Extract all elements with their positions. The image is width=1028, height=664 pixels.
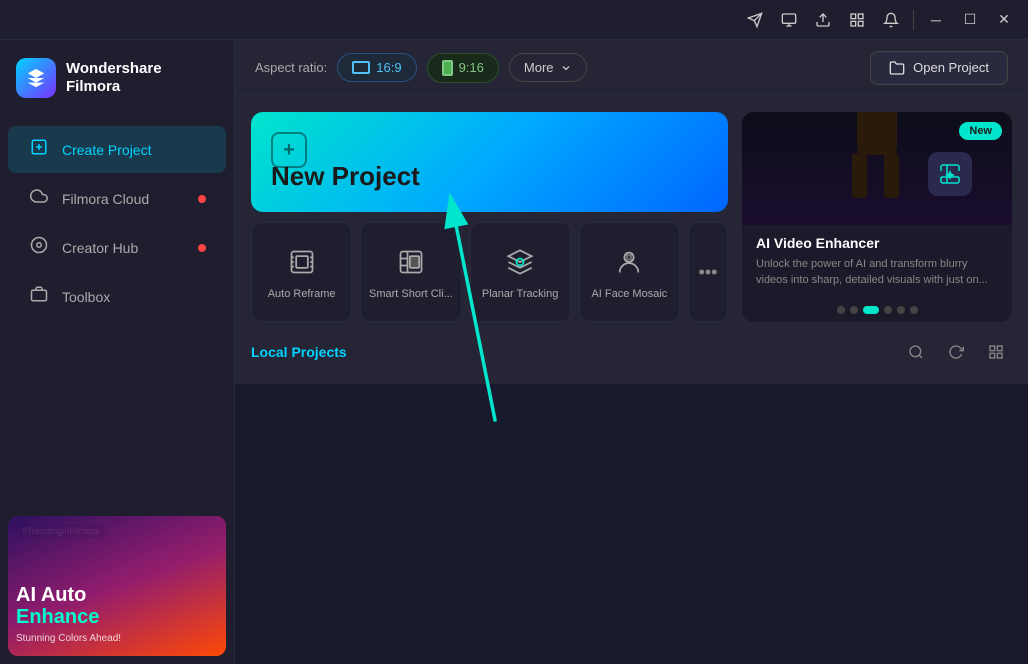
ai-enhancer-icon [928,152,972,196]
create-project-icon [28,138,50,161]
topbar: Aspect ratio: 16:9 9:16 More [235,40,1028,96]
sidebar-item-creator-hub[interactable]: Creator Hub [8,224,226,271]
ratio-9-16-button[interactable]: 9:16 [427,53,499,83]
right-panel-image: New [742,112,1012,225]
right-panel-title: AI Video Enhancer [756,235,998,251]
bell-icon[interactable] [875,4,907,36]
carousel-dots [742,298,1012,322]
feature-label: Smart Short Cli... [369,288,453,300]
dot-4[interactable] [884,306,892,314]
banner-title: AI AutoEnhance [16,584,218,628]
maximize-button[interactable]: ☐ [954,4,986,36]
feature-planar-tracking[interactable]: Planar Tracking [470,222,571,322]
close-button[interactable]: ✕ [988,4,1020,36]
sidebar-item-label: Creator Hub [62,240,138,256]
aspect-ratio-label: Aspect ratio: [255,60,327,75]
banner-subtitle: Stunning Colors Ahead! [16,633,121,644]
local-projects-title: Local Projects [251,344,347,360]
feature-more-button[interactable]: ••• [688,222,728,322]
sidebar-item-create-project[interactable]: Create Project [8,126,226,173]
feature-auto-reframe[interactable]: Auto Reframe [251,222,352,322]
right-panel-info: AI Video Enhancer Unlock the power of AI… [742,225,1012,298]
landscape-icon [352,61,370,74]
dot-2[interactable] [850,306,858,314]
new-badge: New [959,122,1002,140]
refresh-button[interactable] [940,336,972,368]
sidebar-item-label: Filmora Cloud [62,191,149,207]
notification-dot [198,195,206,203]
new-project-plus-icon: + [271,132,307,168]
ai-face-mosaic-icon [611,244,647,280]
planar-tracking-icon [502,244,538,280]
logo-icon [16,58,56,98]
dot-5[interactable] [897,306,905,314]
new-project-card[interactable]: + New Project [251,112,728,212]
open-project-button[interactable]: Open Project [870,51,1008,85]
minimize-button[interactable]: ─ [920,4,952,36]
logo-text: Wondershare Filmora [66,60,162,96]
cloud-icon [28,187,50,210]
sidebar-banner[interactable]: #TrendinginFilmora AI AutoEnhance Stunni… [8,516,226,656]
sep [913,10,914,30]
feature-smart-short-clip[interactable]: Smart Short Cli... [360,222,461,322]
view-toggle-button[interactable] [980,336,1012,368]
sidebar-item-label: Create Project [62,142,151,158]
notification-dot [198,244,206,252]
portrait-icon [442,60,453,76]
main-content: + New Project [235,96,1028,384]
upload-icon[interactable] [807,4,839,36]
app-logo: Wondershare Filmora [0,40,234,116]
sidebar-item-filmora-cloud[interactable]: Filmora Cloud [8,175,226,222]
titlebar: ─ ☐ ✕ [0,0,1028,40]
smart-short-clip-icon [393,244,429,280]
search-button[interactable] [900,336,932,368]
content-wrapper: Aspect ratio: 16:9 9:16 More [235,40,1028,664]
toolbox-icon [28,285,50,308]
auto-reframe-icon [284,244,320,280]
content: Aspect ratio: 16:9 9:16 More [235,40,1028,384]
sidebar-item-toolbox[interactable]: Toolbox [8,273,226,320]
sidebar: Wondershare Filmora Create Project [0,40,235,664]
feature-ai-face-mosaic[interactable]: AI Face Mosaic [579,222,680,322]
main-layout: Wondershare Filmora Create Project [0,40,1028,664]
left-section: + New Project [251,112,728,322]
more-button[interactable]: More [509,53,587,82]
feature-label: Auto Reframe [268,288,336,300]
dot-6[interactable] [910,306,918,314]
grid-icon[interactable] [841,4,873,36]
feature-label: AI Face Mosaic [591,288,667,300]
top-row: + New Project [251,112,1012,322]
sidebar-item-label: Toolbox [62,289,110,305]
titlebar-icons: ─ ☐ ✕ [739,4,1020,36]
dot-1[interactable] [837,306,845,314]
dot-3[interactable] [863,306,879,314]
feature-label: Planar Tracking [482,288,558,300]
sidebar-nav: Create Project Filmora Cloud Creator Hub [0,116,234,508]
ratio-16-9-button[interactable]: 16:9 [337,53,416,82]
right-panel[interactable]: New AI Video Enhancer Unlock the power o… [742,112,1012,322]
feature-tools-row: Auto Reframe Smart Short Cli... [251,222,728,322]
tv-icon[interactable] [773,4,805,36]
right-panel-description: Unlock the power of AI and transform blu… [756,257,998,288]
send-icon[interactable] [739,4,771,36]
new-project-title: New Project [271,161,708,192]
creator-hub-icon [28,236,50,259]
local-projects-section: Local Projects [251,336,1012,368]
trumpet-player-illustration [812,112,942,225]
local-projects-actions [900,336,1012,368]
